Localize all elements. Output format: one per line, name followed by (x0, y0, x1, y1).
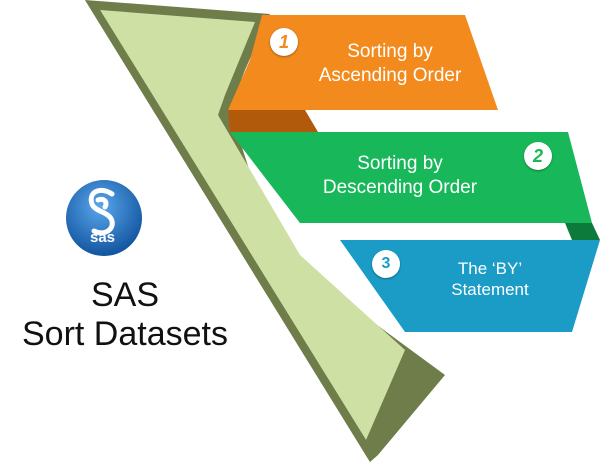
page-title: SAS Sort Datasets (0, 276, 250, 354)
step-1-fold (228, 110, 318, 132)
sas-logo-text: sas (90, 229, 116, 246)
step-2-line-2: Descending Order (322, 176, 478, 198)
step-3-line-2: Statement (451, 280, 529, 300)
title-line-1: SAS (90, 276, 160, 314)
step-3-number: 3 (372, 250, 400, 278)
step-2-number: 2 (524, 142, 552, 170)
step-1-number: 1 (270, 28, 298, 56)
step-2-fold (565, 223, 600, 240)
title-line-2: Sort Datasets (22, 315, 228, 354)
step-2-line-1: Sorting by (357, 153, 443, 174)
step-1-label: Sorting by Ascending Order (295, 40, 485, 88)
step-3-label: The ‘BY’ Statement (415, 258, 565, 301)
step-1-line-1: Sorting by (347, 41, 433, 62)
infographic: sas SAS Sort Datasets 1 Sorting by Ascen… (0, 0, 602, 463)
step-3-line-1: The ‘BY’ (457, 259, 523, 278)
step-1-line-2: Ascending Order (318, 64, 462, 86)
step-2-label: Sorting by Descending Order (300, 152, 500, 200)
